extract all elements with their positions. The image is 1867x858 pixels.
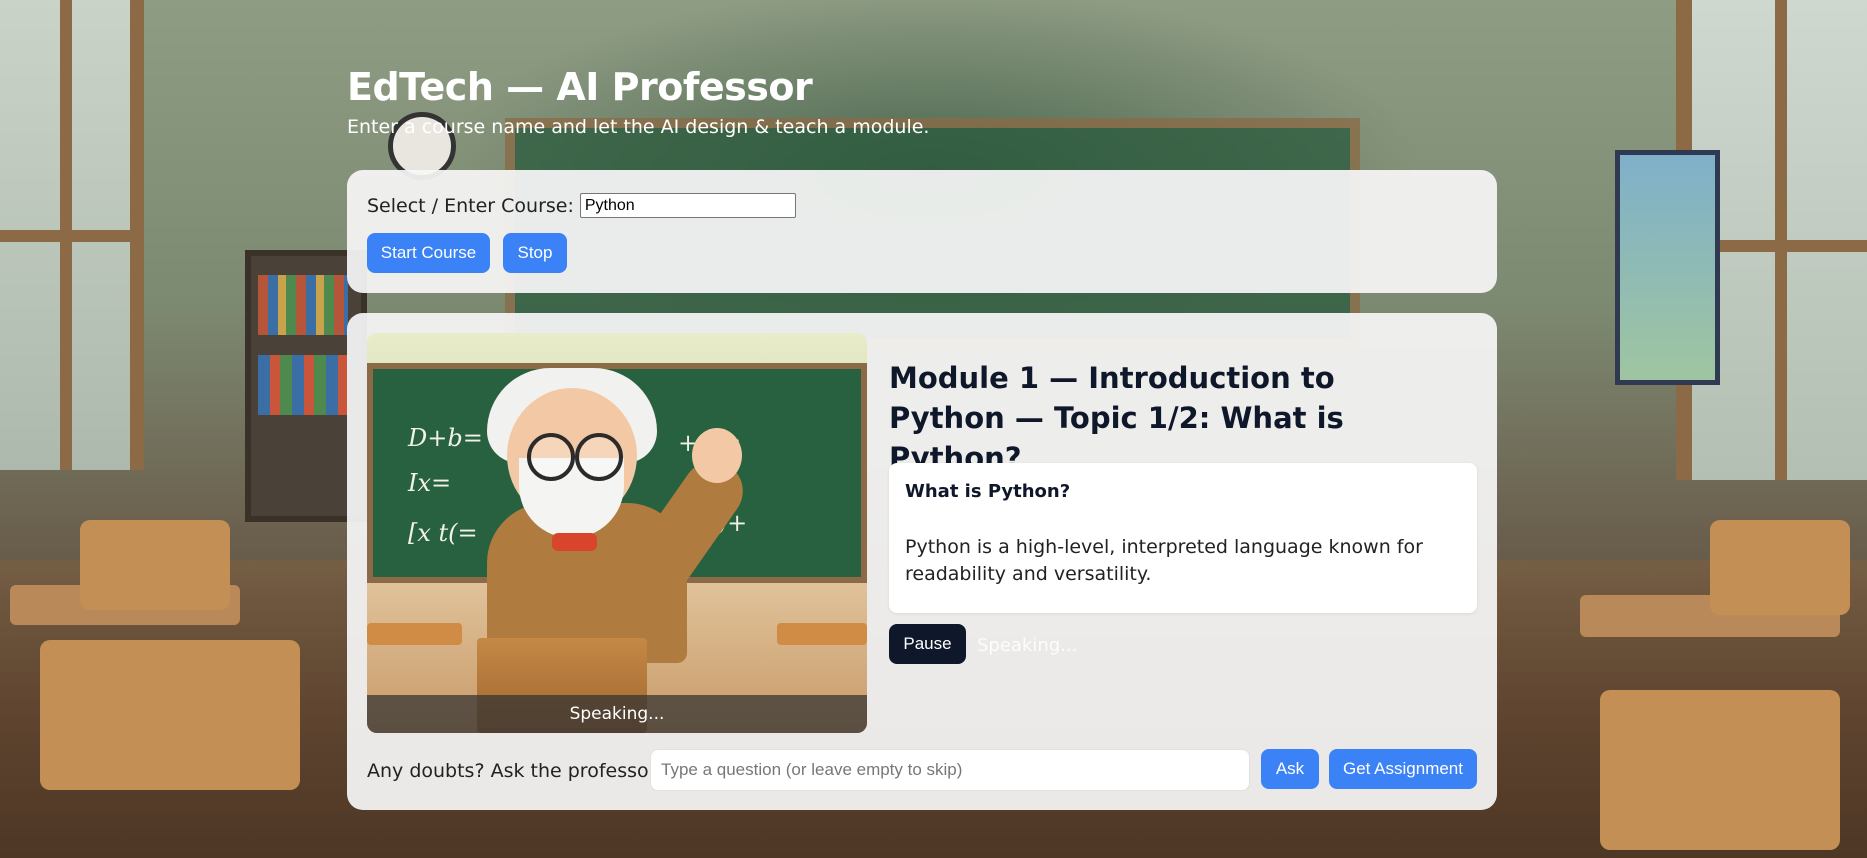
- start-course-button[interactable]: Start Course: [367, 233, 490, 273]
- topic-content-box: What is Python? Python is a high-level, …: [889, 463, 1477, 613]
- course-row: Select / Enter Course:: [367, 193, 796, 218]
- page-header: EdTech — AI Professor Enter a course nam…: [347, 60, 1497, 138]
- background-chair: [80, 520, 230, 610]
- background-books: [258, 355, 348, 415]
- question-input[interactable]: [650, 749, 1250, 791]
- professor-scene-desk: [777, 623, 867, 645]
- professor-hand: [692, 428, 742, 483]
- course-card: Select / Enter Course: Start Course Stop: [347, 170, 1497, 293]
- chalk-formula: D+b=: [408, 424, 483, 452]
- professor-avatar: D+b= Ix= [x t(= +(x= (g)+ Speaking...: [367, 333, 867, 733]
- background-chair: [1710, 520, 1850, 615]
- get-assignment-button[interactable]: Get Assignment: [1329, 749, 1477, 789]
- background-world-map: [1615, 150, 1720, 385]
- module-title: Module 1 — Introduction to Python — Topi…: [889, 361, 1344, 475]
- ask-button[interactable]: Ask: [1261, 749, 1319, 789]
- chalk-formula: [x t(=: [408, 519, 478, 547]
- background-chair: [1600, 690, 1840, 850]
- professor-bowtie: [552, 533, 597, 551]
- chalk-formula: Ix=: [408, 469, 452, 497]
- topic-text: Python is a high-level, interpreted lang…: [905, 536, 1423, 585]
- background-window-frame: [0, 230, 140, 242]
- background-chair: [40, 640, 300, 790]
- background-books: [258, 275, 348, 335]
- pause-button[interactable]: Pause: [889, 624, 966, 664]
- page-title: EdTech — AI Professor: [347, 65, 813, 109]
- speaking-status: Speaking...: [977, 635, 1078, 656]
- topic-heading: What is Python?: [905, 481, 1071, 502]
- stop-button[interactable]: Stop: [503, 233, 567, 273]
- professor-glasses: [575, 433, 623, 481]
- avatar-speaking-status: Speaking...: [367, 695, 867, 733]
- lesson-card: D+b= Ix= [x t(= +(x= (g)+ Speaking... Mo…: [347, 313, 1497, 810]
- ask-label: Any doubts? Ask the professor:: [367, 760, 663, 782]
- professor-scene-desk: [367, 623, 462, 645]
- page-subtitle: Enter a course name and let the AI desig…: [347, 116, 930, 138]
- course-input[interactable]: [579, 193, 796, 218]
- course-label: Select / Enter Course:: [367, 194, 574, 217]
- professor-glasses: [527, 433, 575, 481]
